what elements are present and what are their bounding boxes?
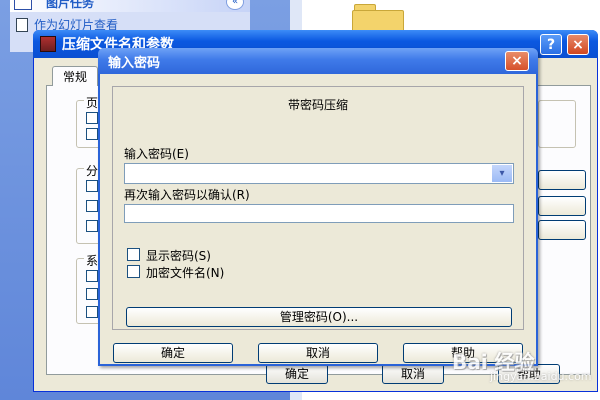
- password-cancel-button[interactable]: 取消: [258, 343, 378, 363]
- password-dialog-title: 输入密码: [108, 56, 161, 71]
- picture-tasks-icon: [14, 0, 32, 10]
- archive-checkbox-8[interactable]: [86, 306, 98, 318]
- archive-checkbox-3[interactable]: [86, 180, 98, 192]
- archive-checkbox-6[interactable]: [86, 270, 98, 282]
- tab-general[interactable]: 常规: [52, 66, 98, 86]
- baidu-watermark-url: jingyan.baidu.com: [490, 370, 592, 383]
- password-ok-button[interactable]: 确定: [113, 343, 233, 363]
- archive-checkbox-2[interactable]: [86, 128, 98, 140]
- enter-password-field[interactable]: [124, 163, 514, 184]
- show-password-checkbox[interactable]: [127, 248, 140, 261]
- archive-side-button-1[interactable]: [538, 170, 586, 190]
- archive-cancel-button[interactable]: 取消: [382, 364, 444, 384]
- archive-close-button[interactable]: ×: [567, 34, 589, 55]
- show-password-label[interactable]: 显示密码(S): [146, 247, 211, 264]
- archive-side-button-2[interactable]: [538, 196, 586, 216]
- archive-checkbox-7[interactable]: [86, 288, 98, 300]
- password-dialog-titlebar[interactable]: [98, 48, 538, 74]
- confirm-password-field[interactable]: [124, 204, 514, 223]
- archive-checkbox-5[interactable]: [86, 220, 98, 232]
- password-history-dropdown-icon[interactable]: ▾: [491, 165, 512, 182]
- password-dialog-close-button[interactable]: ×: [505, 51, 529, 71]
- encrypt-filenames-checkbox[interactable]: [127, 265, 140, 278]
- archive-ok-button[interactable]: 确定: [266, 364, 328, 384]
- password-heading: 带密码压缩: [287, 98, 348, 112]
- confirm-password-label: 再次输入密码以确认(R): [124, 188, 250, 202]
- archive-checkbox-1[interactable]: [86, 112, 98, 124]
- help-title-button[interactable]: ?: [540, 34, 562, 55]
- winrar-icon: [40, 36, 56, 52]
- group-box-right: [538, 100, 576, 148]
- task-header[interactable]: 图片任务: [10, 0, 250, 12]
- archive-checkbox-4[interactable]: [86, 200, 98, 212]
- encrypt-filenames-label[interactable]: 加密文件名(N): [146, 264, 224, 281]
- archive-side-button-3[interactable]: [538, 220, 586, 240]
- manage-passwords-button[interactable]: 管理密码(O)...: [126, 307, 512, 327]
- enter-password-label: 输入密码(E): [124, 147, 189, 161]
- slideshow-icon: [16, 18, 28, 32]
